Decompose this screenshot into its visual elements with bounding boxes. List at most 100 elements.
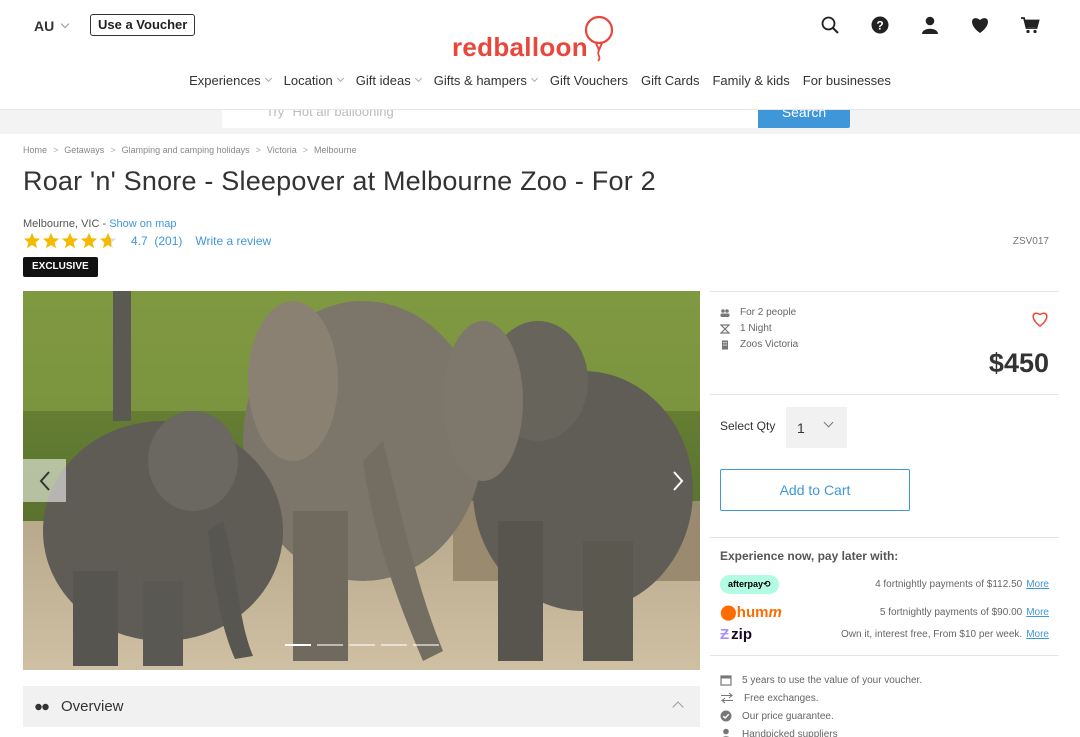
star-icon <box>61 232 79 249</box>
balloon-logo-icon <box>584 15 614 62</box>
calendar-icon <box>720 675 732 686</box>
chevron-right-icon <box>673 471 684 491</box>
gallery-dot[interactable] <box>381 644 407 646</box>
gallery-next-button[interactable] <box>664 461 692 501</box>
star-rating <box>23 232 117 250</box>
product-gallery[interactable] <box>23 291 700 670</box>
nav-item-for-businesses[interactable]: For businesses <box>803 73 891 88</box>
product-sku: ZSV017 <box>1012 236 1049 247</box>
wishlist-heart-icon[interactable] <box>970 14 990 36</box>
show-on-map-link[interactable]: Show on map <box>109 218 176 230</box>
overview-accordion[interactable]: Overview <box>23 686 700 727</box>
svg-text:?: ? <box>876 19 883 33</box>
write-review-link[interactable]: Write a review <box>195 234 271 248</box>
star-icon <box>99 232 117 249</box>
cart-icon[interactable] <box>1020 14 1040 36</box>
benefit-item: Our price guarantee. <box>720 707 922 725</box>
star-icon <box>80 232 98 249</box>
building-icon <box>722 340 728 350</box>
use-voucher-button[interactable]: Use a Voucher <box>90 14 196 36</box>
chevron-down-icon <box>336 74 344 83</box>
binoculars-icon <box>35 703 49 710</box>
nav-item-experiences[interactable]: Experiences <box>189 73 272 88</box>
payment-option-humm: ⬤hum m 5 fortnightly payments of $90.00 Mo… <box>720 603 1049 622</box>
breadcrumb-separator: > <box>255 145 261 155</box>
humm-logo: ⬤hum m <box>720 603 782 622</box>
breadcrumb-separator: > <box>110 145 116 155</box>
nav-item-location[interactable]: Location <box>284 73 344 88</box>
afterpay-logo: afterpay⟲ <box>720 574 779 594</box>
search-icon[interactable] <box>820 14 840 36</box>
chevron-down-icon <box>60 19 70 29</box>
gallery-dots <box>285 644 439 646</box>
elephants-photo <box>23 291 700 670</box>
exclusive-badge: EXCLUSIVE <box>23 257 98 277</box>
gallery-dot[interactable] <box>413 644 439 646</box>
zip-more-link[interactable]: More <box>1026 629 1049 640</box>
detail-duration: 1 Night <box>720 321 798 337</box>
site-header: AU Use a Voucher redballoon ? Experience… <box>0 0 1080 110</box>
chevron-down-icon <box>823 417 834 428</box>
divider <box>710 537 1059 538</box>
chevron-down-icon <box>264 74 272 83</box>
breadcrumb-item[interactable]: Victoria <box>267 145 297 155</box>
gallery-dot[interactable] <box>349 644 375 646</box>
chevron-down-icon <box>530 74 538 83</box>
divider <box>710 394 1059 395</box>
account-icon[interactable] <box>920 14 940 36</box>
nav-item-family-kids[interactable]: Family & kids <box>712 73 789 88</box>
country-selector[interactable]: AU <box>34 18 70 34</box>
gallery-dot[interactable] <box>285 644 311 646</box>
rating-value[interactable]: 4.7 (201) <box>131 234 182 248</box>
breadcrumb-item[interactable]: Melbourne <box>314 145 357 155</box>
benefit-item: Handpicked suppliers <box>720 725 922 737</box>
search-strip: Try "Hot air ballooning" Search <box>0 110 1080 134</box>
pay-later-heading: Experience now, pay later with: <box>720 549 899 563</box>
search-button[interactable]: Search <box>758 110 850 128</box>
people-icon <box>720 309 730 317</box>
nav-item-gift-ideas[interactable]: Gift ideas <box>356 73 422 88</box>
search-input[interactable]: Try "Hot air ballooning" <box>222 110 758 128</box>
breadcrumb-separator: > <box>302 145 309 155</box>
page-title: Roar 'n' Snore - Sleepover at Melbourne … <box>23 166 656 196</box>
chevron-down-icon <box>414 74 422 83</box>
payment-option-afterpay: afterpay⟲ 4 fortnightly payments of $112… <box>720 573 1049 595</box>
humm-more-link[interactable]: More <box>1026 607 1049 618</box>
benefit-item: 5 years to use the value of your voucher… <box>720 671 922 689</box>
star-icon <box>42 232 60 249</box>
breadcrumb-item[interactable]: Home <box>23 145 47 155</box>
qty-select[interactable]: 1 <box>786 407 847 448</box>
overview-label: Overview <box>61 698 124 715</box>
add-to-cart-button[interactable]: Add to Cart <box>720 469 910 511</box>
detail-supplier: Zoos Victoria <box>720 337 798 353</box>
chevron-up-icon <box>672 701 684 713</box>
add-to-wishlist-heart-icon[interactable] <box>1031 311 1049 332</box>
person-icon <box>722 728 730 737</box>
product-location: Melbourne, VIC - Show on map <box>23 218 177 230</box>
location-text: Melbourne, VIC <box>23 218 100 230</box>
qty-label: Select Qty <box>720 419 776 433</box>
help-icon[interactable]: ? <box>870 14 890 36</box>
product-price: $450 <box>988 348 1049 378</box>
qty-value: 1 <box>797 419 805 436</box>
nav-item-gifts-hampers[interactable]: Gifts & hampers <box>434 73 538 88</box>
chevron-left-icon <box>39 470 50 491</box>
breadcrumb-item[interactable]: Glamping and camping holidays <box>122 145 250 155</box>
zip-logo: Ƶzip <box>720 625 753 643</box>
benefit-item: Free exchanges. <box>720 689 922 707</box>
nav-item-gift-cards[interactable]: Gift Cards <box>641 73 700 88</box>
gallery-prev-button[interactable] <box>23 459 66 502</box>
country-code: AU <box>34 18 55 34</box>
hourglass-icon <box>720 324 730 334</box>
benefits-list: 5 years to use the value of your voucher… <box>720 671 922 737</box>
redballoon-logo[interactable]: redballoon <box>452 14 622 64</box>
gallery-dot[interactable] <box>317 644 343 646</box>
exchange-icon <box>721 692 733 704</box>
afterpay-more-link[interactable]: More <box>1026 579 1049 590</box>
nav-item-gift-vouchers[interactable]: Gift Vouchers <box>550 73 628 88</box>
header-icons: ? <box>820 14 1040 36</box>
breadcrumb-item[interactable]: Getaways <box>64 145 104 155</box>
breadcrumb-separator: > <box>53 145 59 155</box>
product-details: For 2 people 1 Night Zoos Victoria <box>720 305 798 353</box>
main-nav: Experiences Location Gift ideas Gifts & ham… <box>0 73 1080 88</box>
